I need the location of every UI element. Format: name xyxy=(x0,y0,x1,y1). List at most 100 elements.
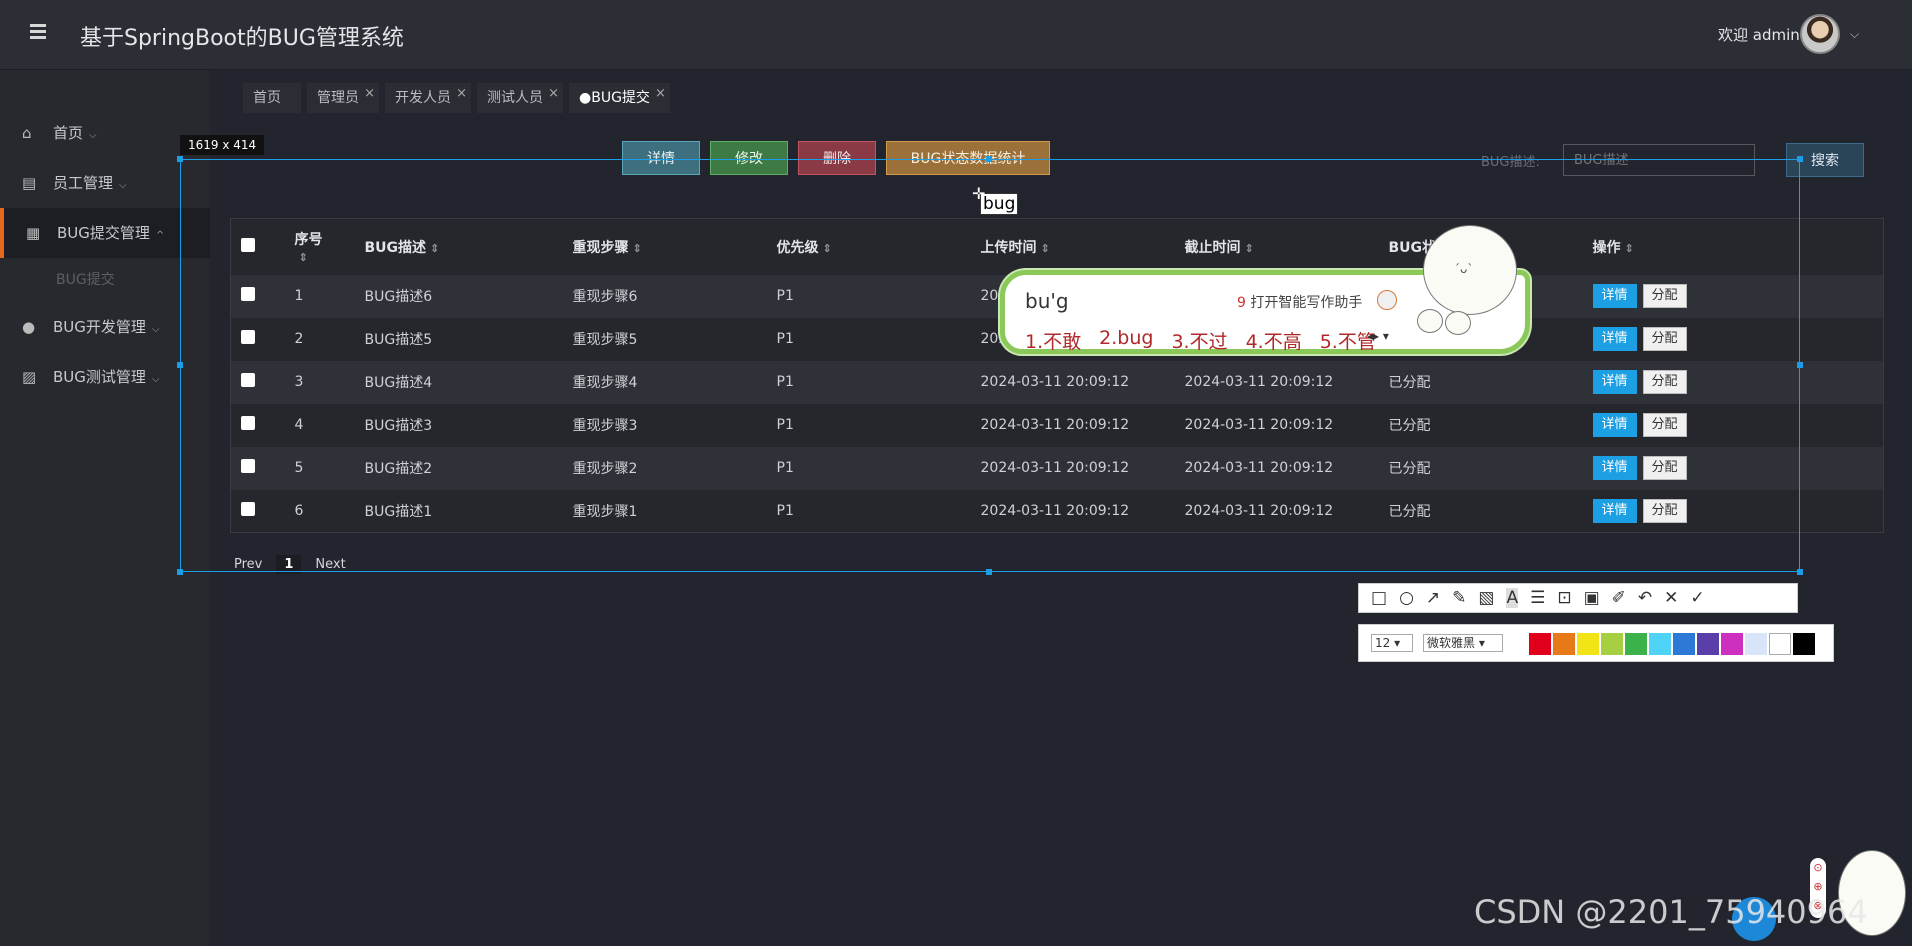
row-detail-button[interactable]: 详情 xyxy=(1592,413,1637,437)
edit-button[interactable]: 修改 xyxy=(710,141,788,175)
close-icon[interactable]: × xyxy=(655,79,666,109)
ime-assistant[interactable]: 9 打开智能写作助手 xyxy=(1237,292,1362,312)
ime-skin-mascot-small xyxy=(1445,311,1471,335)
save-icon[interactable]: ▣ xyxy=(1584,588,1600,608)
circle-icon[interactable]: ○ xyxy=(1399,588,1414,608)
row-checkbox[interactable] xyxy=(241,459,255,473)
confirm-icon[interactable]: ✓ xyxy=(1690,588,1704,608)
next-link[interactable]: Next xyxy=(315,557,345,572)
delete-button[interactable]: 删除 xyxy=(798,141,876,175)
avatar[interactable] xyxy=(1800,14,1840,54)
color-swatch[interactable] xyxy=(1529,633,1551,655)
color-swatch[interactable] xyxy=(1601,633,1623,655)
ime-input[interactable]: bu'g xyxy=(1025,289,1069,313)
sidebar-subitem-bug-submit[interactable]: BUG提交 xyxy=(0,258,210,302)
row-assign-button[interactable]: 分配 xyxy=(1642,284,1687,308)
row-checkbox[interactable] xyxy=(241,373,255,387)
row-checkbox[interactable] xyxy=(241,287,255,301)
mosaic-icon[interactable]: ▧ xyxy=(1478,588,1494,608)
pencil-icon[interactable]: ✎ xyxy=(1452,588,1466,608)
tab-home[interactable]: 首页 xyxy=(243,83,301,113)
resize-handle[interactable] xyxy=(177,362,183,368)
tab-admin[interactable]: 管理员 × xyxy=(307,83,379,113)
row-detail-button[interactable]: 详情 xyxy=(1592,498,1637,523)
row-detail-button[interactable]: 详情 xyxy=(1592,456,1637,480)
resize-handle[interactable] xyxy=(1797,362,1803,368)
sort-icon[interactable]: ⇕ xyxy=(430,242,439,255)
row-assign-button[interactable]: 分配 xyxy=(1642,456,1687,480)
resize-handle[interactable] xyxy=(986,569,992,575)
color-swatch[interactable] xyxy=(1553,633,1575,655)
undo-icon[interactable]: ↶ xyxy=(1638,588,1652,608)
tab-label: 管理员 xyxy=(317,90,359,106)
tab-bug-submit[interactable]: ●BUG提交 × xyxy=(569,83,670,113)
edit-icon[interactable]: ✐ xyxy=(1612,588,1626,608)
row-assign-button[interactable]: 分配 xyxy=(1642,327,1687,351)
ime-candidate[interactable]: 3.不过 xyxy=(1171,327,1227,354)
ime-page-arrows-icon[interactable]: ◂▸ ▾ xyxy=(1367,329,1389,343)
row-checkbox[interactable] xyxy=(241,501,255,516)
sidebar-item-bug-dev[interactable]: ● BUG开发管理 ⌵ xyxy=(0,302,210,352)
sort-icon[interactable]: ⇕ xyxy=(299,251,308,264)
sidebar-item-bug-submit[interactable]: ▦ BUG提交管理 ^ xyxy=(0,208,210,258)
color-swatch[interactable] xyxy=(1793,633,1815,655)
color-swatch[interactable] xyxy=(1625,633,1647,655)
font-size-select[interactable]: 12 ▾ xyxy=(1371,634,1413,652)
detail-button[interactable]: 详情 xyxy=(622,141,700,175)
sort-icon[interactable]: ⇕ xyxy=(1625,242,1634,255)
chevron-down-icon[interactable]: ⌵ xyxy=(1850,27,1859,42)
color-swatch[interactable] xyxy=(1673,633,1695,655)
resize-handle[interactable] xyxy=(1797,156,1803,162)
sort-icon[interactable]: ⇕ xyxy=(633,242,642,255)
resize-handle[interactable] xyxy=(177,156,183,162)
resize-handle[interactable] xyxy=(986,156,992,162)
sort-icon[interactable]: ⇕ xyxy=(823,242,832,255)
sidebar-item-bug-test[interactable]: ▨ BUG测试管理 ⌵ xyxy=(0,352,210,402)
row-checkbox[interactable] xyxy=(241,330,255,344)
color-swatch[interactable] xyxy=(1649,633,1671,655)
ime-candidate[interactable]: 4.不高 xyxy=(1246,327,1302,354)
text-icon[interactable]: A xyxy=(1506,588,1519,608)
resize-handle[interactable] xyxy=(1797,569,1803,575)
row-detail-button[interactable]: 详情 xyxy=(1592,327,1637,351)
color-swatch[interactable] xyxy=(1721,633,1743,655)
table-cell: 2024-03-11 20:09:12 xyxy=(1184,446,1389,490)
search-input[interactable] xyxy=(1563,144,1755,176)
resize-handle[interactable] xyxy=(177,569,183,575)
menu-toggle-icon[interactable] xyxy=(30,24,50,44)
bug-stats-button[interactable]: BUG状态数据统计 xyxy=(886,141,1050,175)
table-cell: 重现步骤2 xyxy=(572,446,777,490)
row-detail-button[interactable]: 详情 xyxy=(1592,370,1637,394)
color-swatch[interactable] xyxy=(1745,633,1767,655)
color-swatch[interactable] xyxy=(1769,633,1791,655)
ime-candidate[interactable]: 2.bug xyxy=(1099,327,1153,354)
tab-developer[interactable]: 开发人员 × xyxy=(385,83,471,113)
annotation-text-box[interactable]: bug xyxy=(980,193,1019,215)
sort-icon[interactable]: ⇕ xyxy=(1245,242,1254,255)
close-icon[interactable]: × xyxy=(364,79,375,109)
row-assign-button[interactable]: 分配 xyxy=(1642,413,1687,437)
color-swatch[interactable] xyxy=(1577,633,1599,655)
color-swatch[interactable] xyxy=(1697,633,1719,655)
ime-candidate[interactable]: 1.不敢 xyxy=(1025,327,1081,354)
rectangle-icon[interactable]: □ xyxy=(1371,588,1387,608)
sidebar-item-staff[interactable]: ▤ 员工管理 ⌵ xyxy=(0,158,210,208)
font-family-select[interactable]: 微软雅黑 ▾ xyxy=(1423,634,1503,652)
tab-tester[interactable]: 测试人员 × xyxy=(477,83,563,113)
row-assign-button[interactable]: 分配 xyxy=(1642,498,1687,523)
row-assign-button[interactable]: 分配 xyxy=(1642,370,1687,394)
close-icon[interactable]: ✕ xyxy=(1664,588,1678,608)
select-all-checkbox[interactable] xyxy=(241,237,255,252)
row-detail-button[interactable]: 详情 xyxy=(1592,284,1637,308)
assistant-icon[interactable] xyxy=(1377,290,1397,310)
arrow-icon[interactable]: ↗ xyxy=(1426,588,1440,608)
sidebar-item-home[interactable]: ⌂ 首页 ⌵ xyxy=(0,108,210,158)
prev-link[interactable]: Prev xyxy=(234,557,262,572)
page-number[interactable]: 1 xyxy=(276,555,302,574)
row-checkbox[interactable] xyxy=(241,416,255,430)
ocr-icon[interactable]: ⊡ xyxy=(1557,588,1571,608)
sort-icon[interactable]: ⇕ xyxy=(1041,242,1050,255)
pin-icon[interactable]: ☰ xyxy=(1530,588,1545,608)
close-icon[interactable]: × xyxy=(548,79,559,109)
close-icon[interactable]: × xyxy=(456,79,467,109)
